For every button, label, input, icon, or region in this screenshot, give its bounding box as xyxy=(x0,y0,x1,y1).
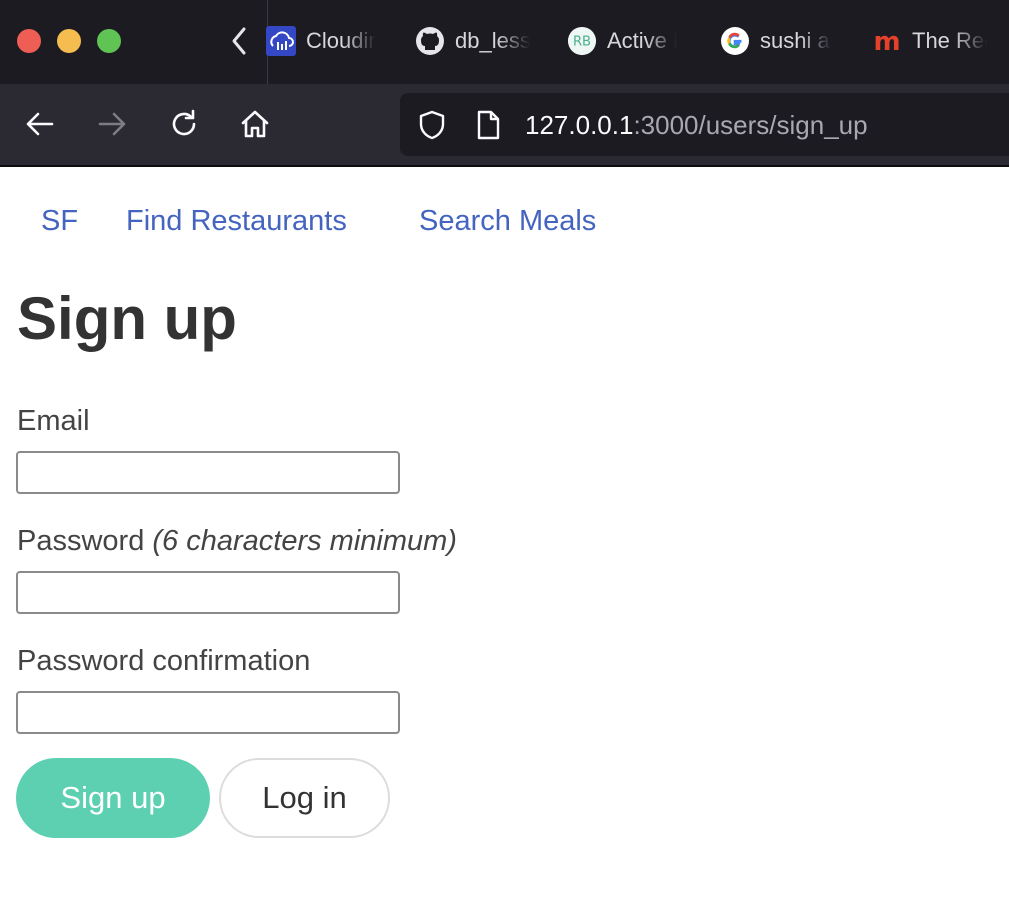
shield-icon[interactable] xyxy=(416,109,448,141)
tab-label: Active Record xyxy=(607,28,677,53)
email-label: Email xyxy=(17,405,90,437)
maximize-window-button[interactable] xyxy=(97,29,121,53)
password-confirmation-label: Password confirmation xyxy=(17,645,311,677)
tab-label: db_lesson xyxy=(455,28,530,53)
rb-icon: RB xyxy=(567,26,597,56)
forward-button[interactable] xyxy=(92,104,132,144)
password-label-text: Password xyxy=(17,525,145,557)
password-hint: (6 characters minimum) xyxy=(152,525,457,557)
back-button[interactable] xyxy=(20,104,60,144)
sign-up-button[interactable]: Sign up xyxy=(16,758,210,838)
arrow-right-icon xyxy=(98,112,126,136)
url-path: :3000/users/sign_up xyxy=(633,110,868,140)
url-text[interactable]: 127.0.0.1:3000/users/sign_up xyxy=(525,109,868,141)
email-field[interactable] xyxy=(16,451,400,494)
github-icon xyxy=(415,26,445,56)
site-nav: SF Find Restaurants Search Meals xyxy=(0,167,700,277)
tab-cloudinary[interactable]: Cloudinary xyxy=(266,22,376,60)
tab-github[interactable]: db_lesson xyxy=(415,22,530,60)
tab-active-record[interactable]: RB Active Record xyxy=(567,22,677,60)
page-content: SF Find Restaurants Search Meals Sign up… xyxy=(0,167,1009,898)
reload-icon xyxy=(172,109,196,136)
svg-text:m: m xyxy=(873,27,900,56)
tab-the-recipe[interactable]: m The Recipe xyxy=(872,22,987,60)
page-icon[interactable] xyxy=(472,109,504,141)
svg-text:RB: RB xyxy=(573,35,591,50)
log-in-button[interactable]: Log in xyxy=(219,758,390,838)
reload-button[interactable] xyxy=(164,104,204,144)
address-bar[interactable]: 127.0.0.1:3000/users/sign_up xyxy=(400,93,1009,156)
minimize-window-button[interactable] xyxy=(57,29,81,53)
tab-label: Cloudinary xyxy=(306,28,376,53)
tab-google-search[interactable]: sushi and xyxy=(720,22,832,60)
home-button[interactable] xyxy=(235,104,275,144)
url-host: 127.0.0.1 xyxy=(525,110,634,140)
nav-link-sf[interactable]: SF xyxy=(41,205,78,238)
nav-link-find-restaurants[interactable]: Find Restaurants xyxy=(126,205,347,238)
tab-scroll-left-button[interactable] xyxy=(224,22,254,60)
arrow-left-icon xyxy=(26,112,54,136)
page-title: Sign up xyxy=(17,285,237,352)
tab-label: The Recipe xyxy=(912,28,987,53)
password-field[interactable] xyxy=(16,571,400,614)
chevron-left-icon xyxy=(232,27,246,55)
home-icon xyxy=(241,110,269,138)
cloudinary-icon xyxy=(266,26,296,56)
password-confirmation-field[interactable] xyxy=(16,691,400,734)
password-label: Password (6 characters minimum) xyxy=(17,525,457,558)
nav-link-search-meals[interactable]: Search Meals xyxy=(419,205,596,238)
close-window-button[interactable] xyxy=(17,29,41,53)
m-icon: m xyxy=(872,26,902,56)
browser-toolbar: 127.0.0.1:3000/users/sign_up xyxy=(0,84,1009,167)
tab-label: sushi and xyxy=(760,28,832,53)
browser-tab-strip: Cloudinary db_lesson RB Active Record xyxy=(0,0,1009,84)
google-icon xyxy=(720,26,750,56)
